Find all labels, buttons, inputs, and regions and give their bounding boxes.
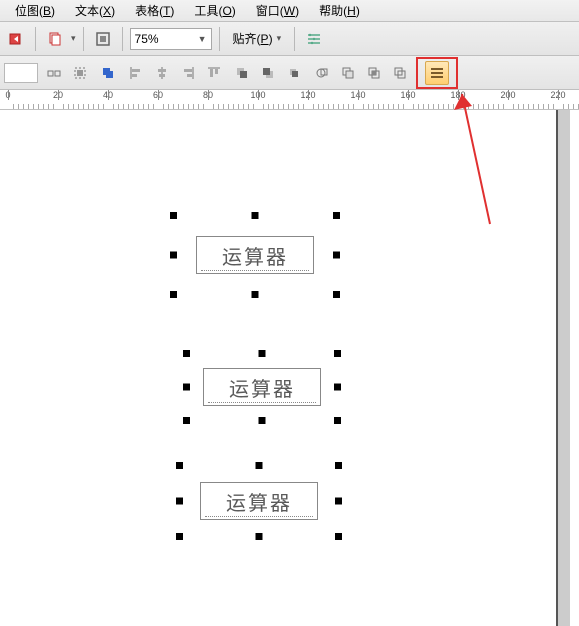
forward-one-icon[interactable] <box>282 61 306 85</box>
selection-handle[interactable] <box>334 350 341 357</box>
selection-handle[interactable] <box>334 417 341 424</box>
selection-handle[interactable] <box>333 291 340 298</box>
selection-handle[interactable] <box>176 533 183 540</box>
snap-dropdown[interactable]: 贴齐(P) ▾ <box>227 28 288 50</box>
selection-handle[interactable] <box>259 350 266 357</box>
selected-shape[interactable]: 运算器 <box>180 466 338 536</box>
ungroup-icon[interactable] <box>42 61 66 85</box>
selected-shape[interactable]: 运算器 <box>187 354 337 420</box>
selection-handle[interactable] <box>170 291 177 298</box>
selection-handle[interactable] <box>335 533 342 540</box>
selection-handle[interactable] <box>252 291 259 298</box>
snap-label: 贴齐(P) <box>233 30 273 47</box>
options-icon[interactable] <box>302 27 326 51</box>
separator <box>122 27 123 51</box>
selection-handle[interactable] <box>334 384 341 391</box>
menu-help[interactable]: 帮助(H) <box>309 0 370 21</box>
selection-handle[interactable] <box>333 252 340 259</box>
separator <box>35 27 36 51</box>
selection-handle[interactable] <box>256 462 263 469</box>
fullscreen-icon[interactable] <box>91 27 115 51</box>
weld-icon[interactable] <box>310 61 334 85</box>
align-left-icon[interactable] <box>124 61 148 85</box>
toolbar-arrange <box>0 56 579 90</box>
to-back-icon[interactable] <box>256 61 280 85</box>
separator <box>219 27 220 51</box>
combine-icon[interactable] <box>96 61 120 85</box>
chevron-down-icon: ▼ <box>198 34 207 44</box>
highlighted-tool <box>416 57 458 89</box>
intersect-icon[interactable] <box>362 61 386 85</box>
canvas-area[interactable]: 运算器运算器运算器 <box>0 110 579 626</box>
selection-handle[interactable] <box>333 212 340 219</box>
text-box[interactable]: 运算器 <box>200 482 318 520</box>
menu-bar: 位图(B) 文本(X) 表格(T) 工具(O) 窗口(W) 帮助(H) <box>0 0 579 22</box>
menu-window[interactable]: 窗口(W) <box>246 0 309 21</box>
page-shadow <box>558 110 570 626</box>
menu-bitmap[interactable]: 位图(B) <box>5 0 65 21</box>
copy-icon[interactable] <box>43 27 67 51</box>
zoom-level-combo[interactable]: 75% ▼ <box>130 28 212 50</box>
selection-handle[interactable] <box>256 533 263 540</box>
text-box[interactable]: 运算器 <box>196 236 314 274</box>
selection-handle[interactable] <box>335 498 342 505</box>
selected-shape[interactable]: 运算器 <box>174 216 336 294</box>
align-right-icon[interactable] <box>176 61 200 85</box>
chevron-down-icon: ▾ <box>277 33 282 44</box>
menu-text[interactable]: 文本(X) <box>65 0 125 21</box>
export-icon[interactable] <box>4 27 28 51</box>
to-front-icon[interactable] <box>230 61 254 85</box>
align-top-icon[interactable] <box>202 61 226 85</box>
menu-tools[interactable]: 工具(O) <box>184 0 245 21</box>
simplify-icon[interactable] <box>388 61 412 85</box>
selection-handle[interactable] <box>183 350 190 357</box>
selection-handle[interactable] <box>259 417 266 424</box>
selection-handle[interactable] <box>252 212 259 219</box>
separator <box>83 27 84 51</box>
selection-handle[interactable] <box>170 212 177 219</box>
zoom-value: 75% <box>135 32 159 46</box>
selection-handle[interactable] <box>183 384 190 391</box>
selection-handle[interactable] <box>183 417 190 424</box>
page-edge <box>556 110 558 626</box>
horizontal-ruler: 020406080100120140160180200220 <box>0 90 579 110</box>
toolbar-standard: ▾ 75% ▼ 贴齐(P) ▾ <box>0 22 579 56</box>
align-distribute-dialog-icon[interactable] <box>425 61 449 85</box>
separator <box>294 27 295 51</box>
menu-table[interactable]: 表格(T) <box>125 0 184 21</box>
group-icon[interactable] <box>68 61 92 85</box>
trim-icon[interactable] <box>336 61 360 85</box>
selection-handle[interactable] <box>335 462 342 469</box>
text-box[interactable]: 运算器 <box>203 368 321 406</box>
selection-handle[interactable] <box>170 252 177 259</box>
selection-handle[interactable] <box>176 498 183 505</box>
dimension-field[interactable] <box>4 63 38 83</box>
align-center-h-icon[interactable] <box>150 61 174 85</box>
selection-handle[interactable] <box>176 462 183 469</box>
